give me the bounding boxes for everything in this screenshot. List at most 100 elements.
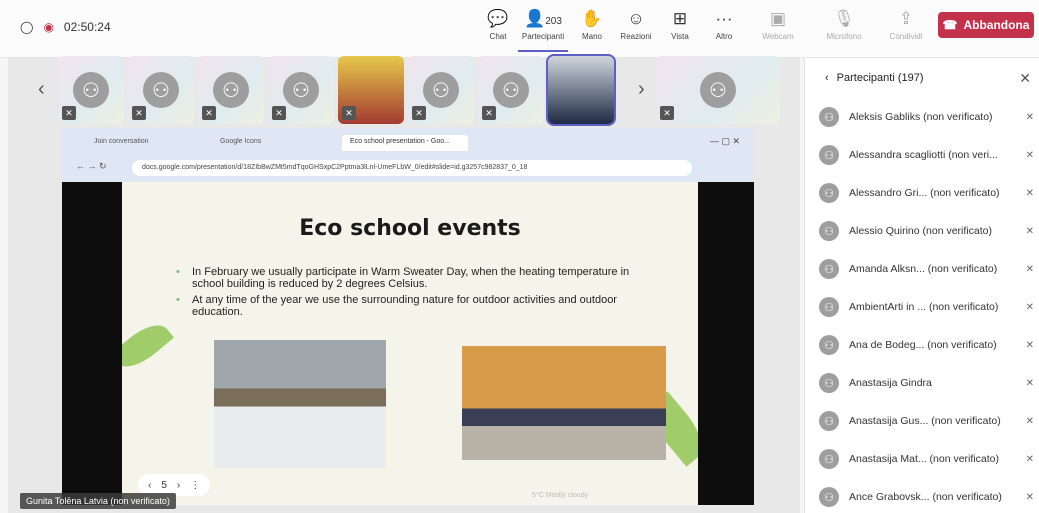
participant-row[interactable]: ⚇ Aleksis Gabliks (non verificato) ✕	[819, 102, 1034, 132]
letterbox-right	[698, 182, 754, 505]
slide-title: Eco school events	[299, 216, 521, 241]
webcam-button[interactable]: ▣ Webcam	[756, 6, 800, 52]
chat-button[interactable]: 💬 Chat	[476, 6, 520, 52]
participant-tile[interactable]: ⚇ ✕	[656, 56, 780, 124]
mic-muted-icon: ✕	[342, 106, 356, 120]
participant-tile[interactable]: ⚇ ✕	[478, 56, 544, 124]
participant-row[interactable]: ⚇ Ance Grabovsk... (non verificato) ✕	[819, 482, 1034, 512]
participant-row[interactable]: ⚇ Amanda Alksn... (non verificato) ✕	[819, 254, 1034, 284]
taskbar-weather: 5°C Mostly cloudy	[532, 492, 589, 499]
mic-muted-icon: ✕	[412, 106, 426, 120]
class-photo	[462, 346, 666, 460]
participant-row[interactable]: ⚇ Ana de Bodeg... (non verificato) ✕	[819, 330, 1034, 360]
avatar: ⚇	[819, 411, 839, 431]
participant-row[interactable]: ⚇ Alessandro Gri... (non verificato) ✕	[819, 178, 1034, 208]
view-button[interactable]: ⊞ Vista	[658, 6, 702, 52]
mic-muted-icon: ✕	[132, 106, 146, 120]
snow-photo	[214, 340, 386, 468]
mic-muted-icon: ✕	[1025, 415, 1034, 427]
avatar: ⚇	[143, 72, 179, 108]
people-icon: 👤203	[524, 9, 562, 28]
meeting-status: ◯ ◉ 02:50:24	[20, 20, 111, 34]
participant-row[interactable]: ⚇ Anastasija Gus... (non verificato) ✕	[819, 406, 1034, 436]
mic-off-icon: 🎙	[833, 9, 855, 28]
mic-muted-icon: ✕	[1025, 453, 1034, 465]
slide-bullet: At any time of the year we use the surro…	[176, 294, 632, 318]
mic-muted-icon: ✕	[482, 106, 496, 120]
avatar: ⚇	[819, 145, 839, 165]
mic-muted-icon: ✕	[1025, 491, 1034, 503]
meeting-toolbar: ◯ ◉ 02:50:24 💬 Chat 👤203 Partecipanti ✋ Man…	[0, 0, 1039, 58]
avatar: ⚇	[819, 373, 839, 393]
avatar: ⚇	[423, 72, 459, 108]
avatar: ⚇	[819, 183, 839, 203]
mic-muted-icon: ✕	[1025, 225, 1034, 237]
participant-row[interactable]: ⚇ AmbientArti in ... (non verificato) ✕	[819, 292, 1034, 322]
thumbs-prev-arrow[interactable]: ‹	[38, 78, 45, 101]
mic-muted-icon: ✕	[272, 106, 286, 120]
mic-muted-icon: ✕	[1025, 149, 1034, 161]
next-slide-icon[interactable]: ›	[177, 480, 180, 491]
participant-video-tile[interactable]: ✕	[338, 56, 404, 124]
meeting-timer: 02:50:24	[63, 20, 111, 34]
smile-icon: ☺	[627, 9, 645, 28]
mic-muted-icon: ✕	[660, 106, 674, 120]
avatar: ⚇	[283, 72, 319, 108]
participant-tile[interactable]: ⚇ ✕	[268, 56, 334, 124]
address-bar[interactable]: docs.google.com/presentation/d/18ZIbBwZM…	[132, 160, 692, 176]
thumbs-next-arrow[interactable]: ›	[638, 78, 645, 101]
mic-muted-icon: ✕	[1025, 263, 1034, 275]
recording-icon: ◉	[43, 20, 54, 34]
avatar: ⚇	[73, 72, 109, 108]
raise-hand-button[interactable]: ✋ Mano	[570, 6, 614, 52]
browser-tab[interactable]: Google Icons	[212, 135, 332, 151]
avatar: ⚇	[819, 297, 839, 317]
browser-tab-active[interactable]: Eco school presentation - Goo...	[342, 135, 468, 151]
window-controls[interactable]: — ▢ ✕	[710, 136, 740, 147]
more-icon: ···	[715, 9, 733, 28]
prev-slide-icon[interactable]: ‹	[148, 480, 151, 491]
panel-title: Partecipanti (197)	[836, 72, 924, 84]
close-icon[interactable]: ✕	[1019, 70, 1031, 87]
hand-icon: ✋	[581, 9, 603, 28]
mic-button[interactable]: 🎙 Microfono	[822, 6, 866, 52]
participant-tile[interactable]: ⚇ ✕	[128, 56, 194, 124]
mic-muted-icon: ✕	[62, 106, 76, 120]
participants-button[interactable]: 👤203 Partecipanti	[518, 6, 568, 52]
leave-button[interactable]: ☎ Abbandona	[938, 12, 1034, 38]
shared-screen: Join conversation Google Icons Eco schoo…	[62, 128, 754, 505]
avatar: ⚇	[819, 259, 839, 279]
participant-strip: ⚇ ✕ ⚇ ✕ ⚇ ✕ ⚇ ✕ ✕ ⚇ ✕ ⚇ ✕	[58, 54, 616, 126]
nav-icons[interactable]: ← → ↻	[76, 161, 107, 172]
chevron-left-icon[interactable]: ‹	[825, 72, 829, 84]
more-button[interactable]: ··· Altro	[702, 6, 746, 52]
participant-row[interactable]: ⚇ Anastasija Mat... (non verificato) ✕	[819, 444, 1034, 474]
mic-muted-icon: ✕	[202, 106, 216, 120]
participant-row[interactable]: ⚇ Alessandra scagliotti (non veri... ✕	[819, 140, 1034, 170]
participants-panel: ‹ Partecipanti (197) ✕ ⚇ Aleksis Gabliks (…	[804, 58, 1039, 513]
avatar: ⚇	[819, 335, 839, 355]
participant-tile[interactable]: ⚇ ✕	[408, 56, 474, 124]
participant-row[interactable]: ⚇ Alessio Quirino (non verificato) ✕	[819, 216, 1034, 246]
participant-tile[interactable]: ⚇ ✕	[58, 56, 124, 124]
participant-tile[interactable]: ⚇ ✕	[198, 56, 264, 124]
slide-number: 5	[161, 479, 167, 491]
participant-video-tile[interactable]	[546, 54, 616, 126]
shield-icon: ◯	[20, 20, 34, 34]
reactions-button[interactable]: ☺ Reazioni	[614, 6, 658, 52]
camera-off-icon: ▣	[769, 9, 787, 28]
share-button[interactable]: ⇪ Condividi	[884, 6, 928, 52]
avatar: ⚇	[819, 449, 839, 469]
browser-tab[interactable]: Join conversation	[86, 135, 206, 151]
letterbox-left	[62, 182, 122, 505]
avatar: ⚇	[819, 107, 839, 127]
mic-muted-icon: ✕	[1025, 111, 1034, 123]
participant-row[interactable]: ⚇ Anastasija Gindra ✕	[819, 368, 1034, 398]
share-icon: ⇪	[898, 9, 914, 28]
grid-icon: ⊞	[672, 9, 688, 28]
more-icon[interactable]: ⋮	[190, 480, 200, 491]
avatar: ⚇	[493, 72, 529, 108]
panel-header[interactable]: ‹ Partecipanti (197)	[825, 72, 924, 84]
speaker-name: Gunita Tolēna Latvia (non verificato)	[20, 493, 176, 509]
leaf-decoration	[122, 315, 174, 377]
